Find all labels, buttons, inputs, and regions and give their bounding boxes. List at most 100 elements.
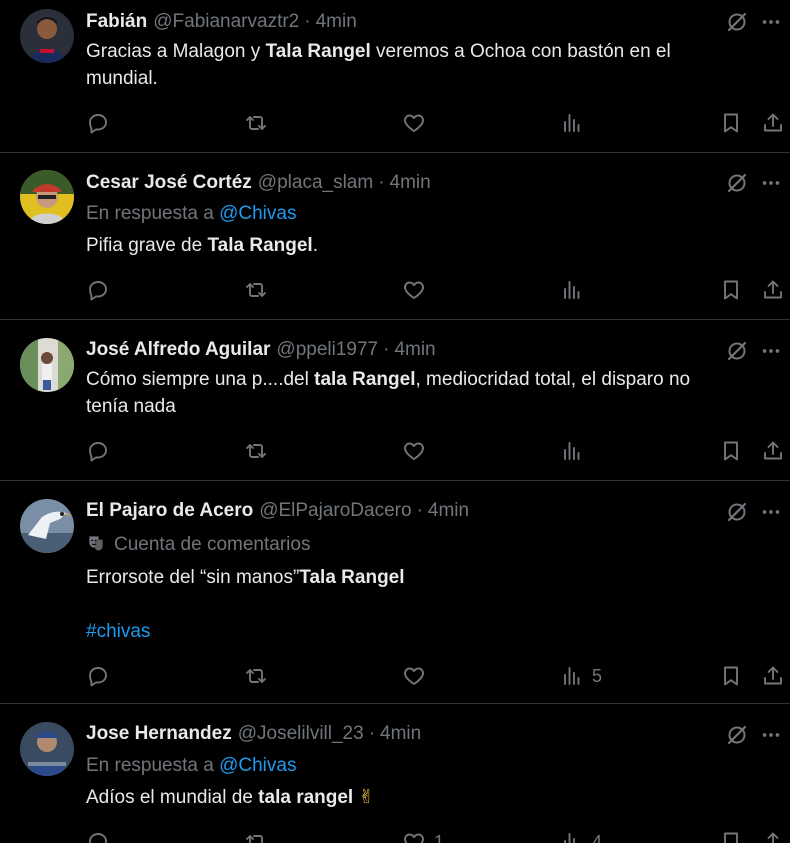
grok-button[interactable] bbox=[724, 499, 750, 525]
repost-button[interactable] bbox=[244, 436, 268, 466]
like-button[interactable] bbox=[402, 436, 426, 466]
heart-icon bbox=[404, 281, 424, 299]
reply-button[interactable] bbox=[86, 108, 110, 138]
more-options-button[interactable] bbox=[758, 722, 784, 748]
views-button[interactable]: 4 bbox=[560, 827, 602, 843]
tweet[interactable]: Fabián @Fabianarvaztr2 · 4min Gracias a … bbox=[0, 0, 790, 153]
author-handle[interactable]: @ppeli1977 bbox=[276, 339, 378, 361]
ellipsis-icon bbox=[762, 510, 780, 514]
avatar[interactable] bbox=[20, 338, 74, 392]
repost-arrows-icon bbox=[246, 116, 266, 130]
heart-icon bbox=[404, 667, 424, 685]
hashtag-link[interactable]: #chivas bbox=[86, 618, 730, 645]
share-button[interactable] bbox=[761, 108, 785, 138]
author-handle[interactable]: @placa_slam bbox=[258, 172, 373, 194]
repost-button[interactable] bbox=[244, 661, 268, 691]
share-upload-icon bbox=[764, 666, 782, 685]
reply-button[interactable] bbox=[86, 827, 110, 843]
repost-button[interactable] bbox=[244, 275, 268, 305]
more-options-button[interactable] bbox=[758, 499, 784, 525]
tweet[interactable]: Jose Hernandez @Joselilvill_23 · 4min En… bbox=[0, 704, 790, 843]
speech-bubble-icon bbox=[89, 833, 107, 843]
timeline-feed: Fabián @Fabianarvaztr2 · 4min Gracias a … bbox=[0, 0, 790, 843]
author-name[interactable]: Cesar José Cortéz bbox=[86, 172, 252, 194]
reply-button[interactable] bbox=[86, 275, 110, 305]
author-name[interactable]: José Alfredo Aguilar bbox=[86, 339, 270, 361]
grok-button[interactable] bbox=[724, 722, 750, 748]
speech-bubble-icon bbox=[89, 442, 107, 462]
timestamp[interactable]: 4min bbox=[428, 500, 469, 522]
share-button[interactable] bbox=[761, 436, 785, 466]
avatar[interactable] bbox=[20, 499, 74, 553]
like-button[interactable] bbox=[402, 661, 426, 691]
like-button[interactable] bbox=[402, 108, 426, 138]
share-upload-icon bbox=[764, 113, 782, 132]
separator-dot: · bbox=[304, 11, 311, 32]
grok-slash-circle-icon bbox=[727, 725, 747, 745]
avatar[interactable] bbox=[20, 9, 74, 63]
views-button[interactable] bbox=[560, 436, 584, 466]
grok-button[interactable] bbox=[724, 338, 750, 364]
repost-button[interactable] bbox=[244, 108, 268, 138]
share-button[interactable] bbox=[761, 661, 785, 691]
bar-chart-icon bbox=[564, 114, 580, 132]
author-name[interactable]: Jose Hernandez bbox=[86, 723, 232, 745]
bookmark-button[interactable] bbox=[719, 275, 743, 305]
more-options-button[interactable] bbox=[758, 338, 784, 364]
more-options-button[interactable] bbox=[758, 9, 784, 35]
timestamp[interactable]: 4min bbox=[380, 723, 421, 745]
author-handle[interactable]: @Fabianarvaztr2 bbox=[153, 11, 299, 33]
ellipsis-icon bbox=[762, 20, 780, 24]
bookmark-button[interactable] bbox=[719, 827, 743, 843]
tweet[interactable]: Cesar José Cortéz @placa_slam · 4min En … bbox=[0, 153, 790, 320]
author-handle[interactable]: @ElPajaroDacero bbox=[259, 500, 411, 522]
views-button[interactable] bbox=[560, 275, 584, 305]
author-handle[interactable]: @Joselilvill_23 bbox=[238, 723, 364, 745]
reply-button[interactable] bbox=[86, 661, 110, 691]
ellipsis-icon bbox=[762, 733, 780, 737]
community-label[interactable]: Cuenta de comentarios bbox=[86, 531, 730, 558]
views-count: 5 bbox=[592, 665, 603, 686]
reply-mention-link[interactable]: @Chivas bbox=[219, 755, 296, 776]
speech-bubble-icon bbox=[89, 114, 107, 134]
tweet-text: Gracias a Malagon y Tala Rangel veremos … bbox=[86, 41, 671, 62]
drama-mask-icon bbox=[89, 536, 103, 551]
action-bar bbox=[86, 436, 790, 466]
tweet[interactable]: El Pajaro de Acero @ElPajaroDacero · 4mi… bbox=[0, 481, 790, 704]
share-button[interactable] bbox=[761, 827, 785, 843]
timestamp[interactable]: 4min bbox=[390, 172, 431, 194]
grok-button[interactable] bbox=[724, 170, 750, 196]
grok-button[interactable] bbox=[724, 9, 750, 35]
views-button[interactable]: 5 bbox=[560, 661, 602, 691]
action-bar: 5 bbox=[86, 661, 790, 691]
author-name[interactable]: Fabián bbox=[86, 11, 147, 33]
speech-bubble-icon bbox=[89, 667, 107, 687]
tweet-text: Errorsote del “sin manos”Tala Rangel bbox=[86, 567, 405, 588]
repost-button[interactable] bbox=[244, 827, 268, 843]
views-button[interactable] bbox=[560, 108, 584, 138]
repost-arrows-icon bbox=[246, 444, 266, 458]
like-button[interactable] bbox=[402, 275, 426, 305]
reply-mention-link[interactable]: @Chivas bbox=[219, 203, 296, 224]
bookmark-icon bbox=[724, 280, 738, 300]
separator-dot: · bbox=[368, 723, 376, 744]
bookmark-icon bbox=[724, 113, 738, 133]
reply-button[interactable] bbox=[86, 436, 110, 466]
speech-bubble-icon bbox=[89, 281, 107, 301]
like-button[interactable]: 1 bbox=[402, 827, 444, 843]
share-button[interactable] bbox=[761, 275, 785, 305]
grok-slash-circle-icon bbox=[727, 341, 747, 361]
bookmark-button[interactable] bbox=[719, 661, 743, 691]
more-options-button[interactable] bbox=[758, 170, 784, 196]
views-count: 4 bbox=[592, 831, 603, 843]
timestamp[interactable]: 4min bbox=[316, 11, 357, 33]
bar-chart-icon bbox=[564, 833, 575, 843]
tweet[interactable]: José Alfredo Aguilar @ppeli1977 · 4min C… bbox=[0, 320, 790, 481]
timestamp[interactable]: 4min bbox=[394, 339, 435, 361]
avatar[interactable] bbox=[20, 170, 74, 224]
avatar[interactable] bbox=[20, 722, 74, 776]
bar-chart-icon bbox=[564, 667, 580, 685]
author-name[interactable]: El Pajaro de Acero bbox=[86, 500, 253, 522]
bookmark-button[interactable] bbox=[719, 108, 743, 138]
bookmark-button[interactable] bbox=[719, 436, 743, 466]
